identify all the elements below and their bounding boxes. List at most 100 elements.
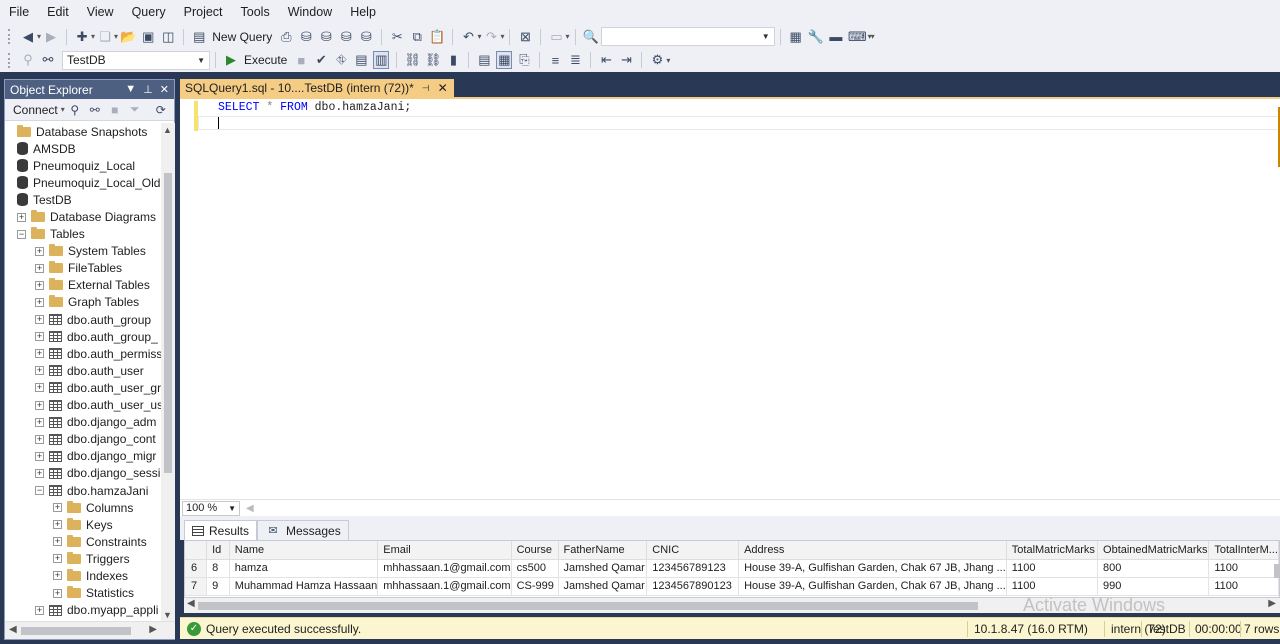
tree-node-external-tables[interactable]: + External Tables — [5, 277, 161, 294]
connect-dropdown-icon[interactable]: ▾ — [61, 105, 65, 114]
scroll-right-icon[interactable]: ▶ — [149, 624, 157, 635]
column-header[interactable]: Name — [229, 541, 379, 560]
forward-icon[interactable]: ▶ — [43, 28, 59, 46]
toolbar-overflow-icon[interactable]: ▾ — [666, 56, 670, 65]
query-options-icon[interactable]: ▤ — [353, 51, 369, 69]
grid-cell[interactable]: 1100 — [1006, 577, 1099, 596]
collapse-icon[interactable]: − — [35, 486, 44, 496]
available-databases-combo[interactable]: TestDB ▼ — [62, 50, 210, 70]
expand-icon[interactable]: + — [35, 434, 44, 444]
scroll-up-icon[interactable]: ▲ — [163, 125, 172, 135]
close-icon[interactable]: ✕ — [160, 83, 169, 96]
redo-dropdown-icon[interactable]: ▾ — [500, 32, 504, 41]
add-item-icon[interactable]: ❏ — [97, 28, 113, 46]
expand-icon[interactable]: + — [35, 263, 44, 273]
grid-vertical-scrollbar[interactable] — [1274, 564, 1280, 578]
expand-icon[interactable]: + — [35, 332, 44, 342]
expand-icon[interactable]: + — [35, 315, 44, 325]
grid-cell[interactable]: mhhassaan.1@gmail.com — [377, 559, 512, 578]
grid-cell[interactable]: 990 — [1097, 577, 1210, 596]
refresh-icon[interactable]: ⟳ — [153, 101, 169, 119]
find-combo[interactable]: ▼ — [600, 27, 775, 46]
disconnect-icon[interactable]: ⚯ — [87, 101, 103, 119]
expand-icon[interactable]: + — [53, 537, 62, 547]
toolbar-grip[interactable] — [8, 52, 12, 68]
undo-icon[interactable]: ↶ — [460, 28, 476, 46]
tree-node-dbo-auth-group[interactable]: + dbo.auth_group_ — [5, 328, 161, 345]
grid-cell[interactable]: 8 — [206, 559, 230, 578]
grid-cell[interactable]: Jamshed Qamar — [558, 577, 648, 596]
pin-icon[interactable]: ⊥ — [143, 83, 153, 96]
tree-node-database-snapshots[interactable]: Database Snapshots — [5, 123, 161, 140]
change-connection-icon[interactable]: ⚯ — [40, 51, 56, 69]
tab-messages[interactable]: ✉ Messages — [257, 520, 349, 540]
activity-monitor-icon[interactable]: ⊠ — [517, 28, 533, 46]
grid-cell[interactable]: 123456789123 — [646, 559, 740, 578]
scroll-down-icon[interactable]: ▼ — [163, 610, 172, 620]
dax-query-icon[interactable]: ⛁ — [358, 28, 374, 46]
paste-icon[interactable]: 📋 — [429, 28, 445, 46]
tree-node-constraints[interactable]: + Constraints — [5, 533, 161, 550]
row-number-header[interactable] — [185, 541, 208, 560]
include-actual-plan-icon[interactable]: ⛓ — [404, 51, 421, 69]
undo-dropdown-icon[interactable]: ▾ — [477, 32, 481, 41]
save-all-icon[interactable]: ◫ — [160, 28, 176, 46]
tab-results[interactable]: Results — [184, 520, 258, 540]
find-combo-chevron-down-icon[interactable]: ▼ — [762, 32, 770, 41]
tree-node-dbo-auth-group[interactable]: + dbo.auth_group — [5, 311, 161, 328]
tree-node-columns[interactable]: + Columns — [5, 499, 161, 516]
cut-icon[interactable]: ✂ — [389, 28, 405, 46]
sql-editor[interactable]: SELECT * FROM dbo.hamzaJani; — [180, 97, 1280, 499]
xmla-query-icon[interactable]: ⛁ — [338, 28, 354, 46]
tree-node-database-diagrams[interactable]: + Database Diagrams — [5, 208, 161, 225]
scroll-left-icon[interactable]: ◀ — [246, 503, 254, 514]
scrollbar-thumb[interactable] — [198, 602, 978, 610]
add-item-dropdown-icon[interactable]: ▾ — [114, 32, 118, 41]
tree-horizontal-scrollbar[interactable]: ◀ ▶ — [5, 621, 175, 639]
tree-node-dbo-auth-user-gr[interactable]: + dbo.auth_user_gr — [5, 379, 161, 396]
query-tab[interactable]: SQLQuery1.sql - 10....TestDB (intern (72… — [180, 79, 454, 97]
new-query-icon[interactable]: ▤ — [191, 28, 207, 46]
display-estimated-plan-icon[interactable]: ⛗ — [333, 51, 349, 69]
row-number-cell[interactable]: 6 — [185, 559, 208, 578]
column-header[interactable]: Email — [377, 541, 512, 560]
save-icon[interactable]: ▣ — [140, 28, 156, 46]
command-window-icon[interactable]: ⌨ — [848, 28, 867, 46]
tree-vertical-scrollbar[interactable]: ▲ ▼ — [161, 123, 175, 621]
grid-cell[interactable]: House 39-A, Gulfishan Garden, Chak 67 JB… — [738, 559, 1007, 578]
results-grid[interactable]: Id Name Email Course FatherName CNIC Address To… — [184, 540, 1280, 598]
grid-cell[interactable]: 9 — [206, 577, 230, 596]
menu-project[interactable]: Project — [175, 0, 232, 25]
tree-node-keys[interactable]: + Keys — [5, 516, 161, 533]
menu-file[interactable]: File — [0, 0, 38, 25]
copy-icon[interactable]: ⧉ — [409, 28, 425, 46]
tree-node-pneumoquiz-local[interactable]: Pneumoquiz_Local — [5, 157, 161, 174]
tree-node-dbo-hamzajani[interactable]: − dbo.hamzaJani — [5, 482, 161, 499]
tree-node-dbo-auth-permiss[interactable]: + dbo.auth_permiss — [5, 345, 161, 362]
tree-node-triggers[interactable]: + Triggers — [5, 550, 161, 567]
parse-icon[interactable]: ✔ — [313, 51, 329, 69]
stop-icon[interactable]: ■ — [107, 101, 123, 119]
execute-icon[interactable]: ▶ — [223, 51, 239, 69]
menu-help[interactable]: Help — [341, 0, 385, 25]
expand-icon[interactable]: + — [35, 417, 44, 427]
grid-cell[interactable]: Muhammad Hamza Hassaan — [229, 577, 379, 596]
expand-icon[interactable]: + — [35, 400, 44, 410]
grid-cell[interactable]: 800 — [1097, 559, 1210, 578]
tree-node-dbo-django-adm[interactable]: + dbo.django_adm — [5, 414, 161, 431]
scroll-right-icon[interactable]: ▶ — [1268, 598, 1276, 609]
expand-icon[interactable]: + — [53, 503, 62, 513]
tree-node-graph-tables[interactable]: + Graph Tables — [5, 294, 161, 311]
expand-icon[interactable]: + — [35, 468, 44, 478]
expand-icon[interactable]: + — [53, 588, 62, 598]
menu-window[interactable]: Window — [279, 0, 341, 25]
menu-edit[interactable]: Edit — [38, 0, 78, 25]
tree-node-tables[interactable]: − Tables — [5, 226, 161, 243]
decrease-indent-icon[interactable]: ⇤ — [598, 51, 614, 69]
grid-cell[interactable]: hamza — [229, 559, 379, 578]
window-position-chevron-down-icon[interactable]: ▼ — [125, 83, 136, 96]
column-header[interactable]: TotalMatricMarks — [1006, 541, 1099, 560]
tree-node-pneumoquiz-local-old[interactable]: Pneumoquiz_Local_Old — [5, 174, 161, 191]
tree-node-statistics[interactable]: + Statistics — [5, 585, 161, 602]
registered-servers-icon[interactable]: ▦ — [788, 28, 804, 46]
